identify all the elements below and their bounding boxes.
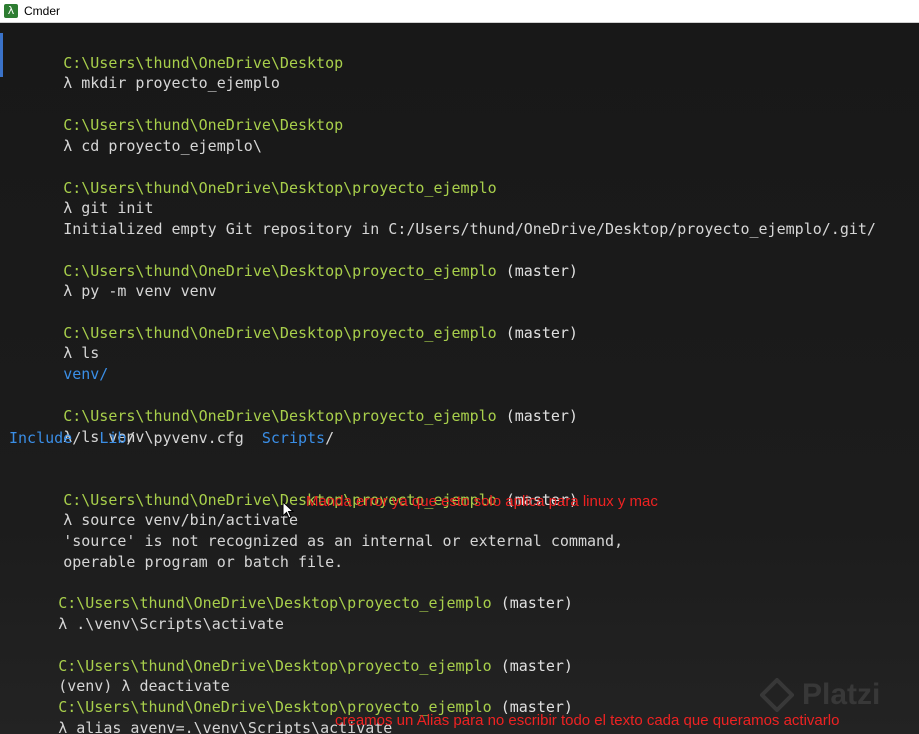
platzi-logo-icon: [760, 678, 794, 712]
window-title: Cmder: [24, 4, 61, 18]
directory-entry: venv/: [63, 365, 109, 383]
cmder-window: λ Cmder C:\Users\thund\OneDrive\Desktop …: [0, 0, 919, 734]
directory-entry: Scripts: [261, 429, 326, 447]
terminal-console[interactable]: C:\Users\thund\OneDrive\Desktop λ mkdir …: [0, 23, 919, 734]
platzi-watermark: Platzi: [760, 678, 880, 712]
git-branch: (master): [496, 407, 578, 425]
output-text: operable program or batch file.: [63, 553, 344, 571]
path-separator: /: [325, 429, 335, 447]
directory-entry: Include: [9, 429, 73, 447]
title-bar[interactable]: λ Cmder: [0, 0, 919, 23]
output-text: Initialized empty Git repository in C:/U…: [63, 220, 876, 238]
watermark-text: Platzi: [802, 678, 881, 711]
prompt-path: C:\Users\thund\OneDrive\Desktop\proyecto…: [63, 324, 497, 342]
command-text: λ .\venv\Scripts\activate: [58, 615, 284, 633]
directory-entry: Lib: [99, 429, 127, 447]
git-branch: (master): [491, 594, 573, 612]
command-text: λ mkdir proyecto_ejemplo: [63, 74, 280, 92]
output-line: Include/ Lib/ pyvenv.cfg Scripts/: [9, 428, 334, 448]
scroll-marker: [0, 33, 3, 77]
command-text: λ py -m venv venv: [63, 282, 217, 300]
lambda-icon: λ: [4, 4, 18, 18]
error-annotation: Manda error ya que esto solo aplica para…: [306, 493, 658, 510]
path-separator: /: [72, 429, 100, 447]
file-entry: pyvenv.cfg: [153, 429, 262, 447]
git-branch: (master): [496, 324, 578, 342]
path-separator: /: [126, 429, 154, 447]
alias-annotation: creamos un Alias para no escribir todo e…: [335, 712, 840, 729]
git-branch: (master): [491, 657, 573, 675]
command-text: λ cd proyecto_ejemplo\: [63, 137, 262, 155]
git-branch: (master): [496, 262, 578, 280]
